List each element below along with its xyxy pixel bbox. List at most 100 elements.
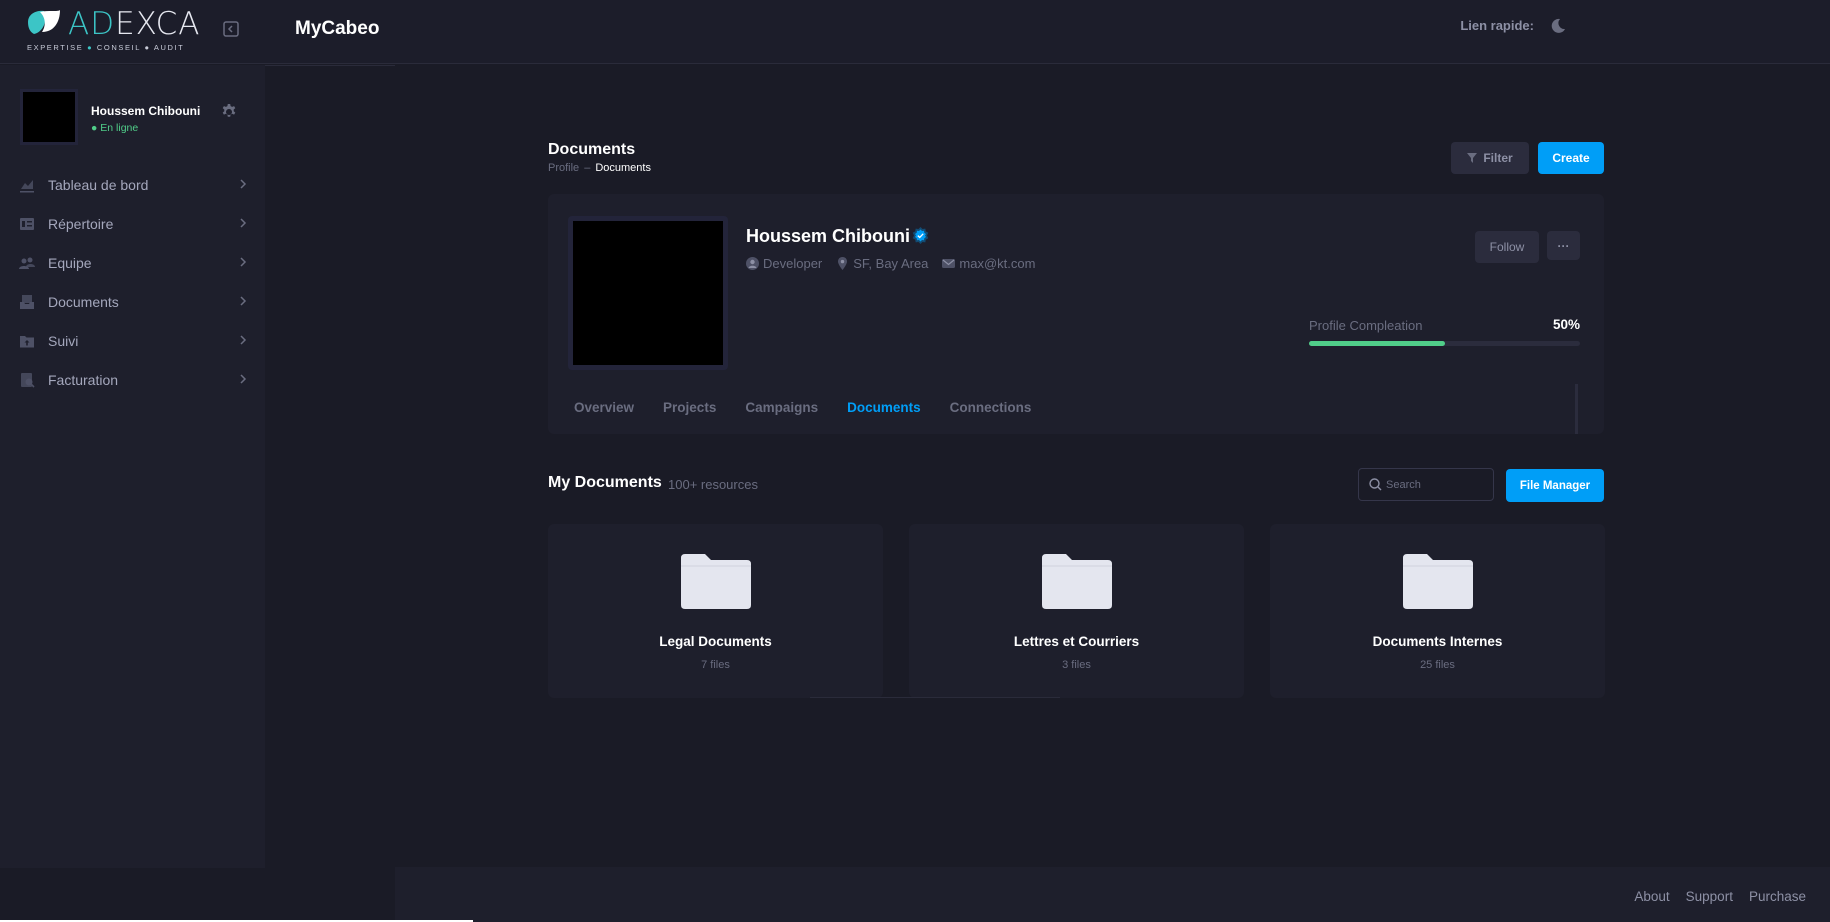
tab-documents[interactable]: Documents [847,400,921,415]
profile-photo [568,216,728,370]
sidebar-item-suivi[interactable]: Suivi [0,321,265,360]
breadcrumb-profile[interactable]: Profile [548,162,579,174]
profile-email[interactable]: max@kt.com [942,256,1035,271]
sidebar-item-tableau-de-bord[interactable]: Tableau de bord [0,165,265,204]
folder-upload-icon [20,335,34,347]
divider [265,65,395,66]
search-icon [1369,478,1382,491]
verified-badge-icon [912,227,929,244]
folder-file-count: 25 files [1420,659,1455,671]
quick-link-label: Lien rapide: [1460,18,1534,33]
profile-tabs: Overview Projects Campaigns Documents Co… [574,400,1060,415]
folder-file-count: 3 files [1062,659,1091,671]
location-pin-icon [838,257,848,270]
footer-link-about[interactable]: About [1634,889,1669,904]
profile-meta: Developer SF, Bay Area max@kt.com [746,256,1035,271]
search-box[interactable] [1358,468,1494,501]
folder-card-lettres-et-courriers[interactable]: Lettres et Courriers 3 files [909,524,1244,698]
filter-button-label: Filter [1483,151,1513,165]
folder-name: Lettres et Courriers [1013,634,1140,649]
tab-overview[interactable]: Overview [574,400,634,415]
folder-name: Documents Internes [1372,634,1503,649]
breadcrumb: Profile – Documents [548,162,651,174]
profile-completion-label: Profile Compleation [1309,318,1423,333]
profile-completion-value: 50% [1552,317,1580,332]
profile-card: Houssem Chibouni Developer SF, Bay Area … [548,194,1604,434]
chevron-right-icon [240,296,247,306]
sidebar-item-label: Tableau de bord [48,176,149,193]
folder-icon [1042,554,1112,609]
page-title: Documents [548,141,636,158]
footer-spacer [265,867,395,922]
profile-name[interactable]: Houssem Chibouni [746,226,910,247]
chevron-right-icon [240,335,247,345]
profile-completion-progress [1309,341,1580,346]
sidebar-item-equipe[interactable]: Equipe [0,243,265,282]
gear-icon[interactable] [221,103,237,119]
resources-count: 100+ resources [668,477,758,492]
footer: About Support Purchase [395,867,1830,922]
folder-icon [681,554,751,609]
folder-card-documents-internes[interactable]: Documents Internes 25 files [1270,524,1605,698]
tab-connections[interactable]: Connections [950,400,1032,415]
create-button[interactable]: Create [1538,142,1604,174]
progress-fill [1309,341,1445,346]
app-title: MyCabeo [295,18,380,39]
profile-location-label: SF, Bay Area [853,256,929,271]
follow-button[interactable]: Follow [1475,231,1539,263]
documents-icon [20,294,34,309]
moon-icon[interactable] [1550,18,1566,34]
folder-card-legal-documents[interactable]: Legal Documents 7 files [548,524,883,698]
directory-icon [20,217,34,230]
sidebar-menu: Tableau de bord Répertoire Equipe Docume… [0,165,265,399]
chevron-right-icon [240,218,247,228]
sidebar-item-label: Répertoire [48,215,114,232]
profile-role[interactable]: Developer [746,256,822,271]
chevron-right-icon [240,257,247,267]
chart-icon [20,179,34,192]
footer-link-support[interactable]: Support [1686,889,1733,904]
footer-links: About Support Purchase [1634,889,1806,904]
folder-icon [1403,554,1473,609]
logo-tagline: EXPERTISE ● CONSEIL ● AUDIT [27,43,185,52]
search-input[interactable] [1386,473,1486,497]
breadcrumb-current: Documents [595,162,651,174]
folder-name: Legal Documents [659,634,772,649]
top-header: ADEXCA EXPERTISE ● CONSEIL ● AUDIT MyCab… [0,0,1830,64]
sidebar: Houssem Chibouni ● En ligne Tableau de b… [0,65,265,868]
adexca-logo[interactable]: ADEXCA EXPERTISE ● CONSEIL ● AUDIT [26,6,199,54]
chevron-right-icon [240,179,247,189]
avatar[interactable] [20,89,78,145]
my-documents-title: My Documents [548,474,662,491]
profile-email-label: max@kt.com [959,256,1036,271]
profile-role-label: Developer [763,256,823,271]
tab-projects[interactable]: Projects [663,400,716,415]
sidebar-collapse-icon[interactable] [222,20,240,38]
billing-icon [21,372,35,388]
sidebar-user-card: Houssem Chibouni ● En ligne [18,77,258,145]
logo-leaf-icon [28,10,60,35]
profile-location[interactable]: SF, Bay Area [836,256,928,271]
scrollbar[interactable] [1575,384,1578,434]
footer-link-purchase[interactable]: Purchase [1749,889,1806,904]
filter-button[interactable]: Filter [1451,142,1529,174]
tab-campaigns[interactable]: Campaigns [745,400,818,415]
envelope-icon [942,259,956,268]
more-options-button[interactable]: ··· [1547,231,1580,260]
sidebar-item-label: Documents [48,293,119,310]
chevron-right-icon [240,374,247,384]
team-icon [19,257,35,269]
divider [810,697,1060,698]
sidebar-item-label: Equipe [48,254,92,271]
sidebar-item-label: Suivi [48,332,79,349]
user-circle-icon [746,257,759,270]
online-status: ● En ligne [91,122,139,134]
filter-icon [1467,153,1478,163]
sidebar-item-documents[interactable]: Documents [0,282,265,321]
logo-wordmark: ADEXCA [68,6,201,42]
sidebar-item-repertoire[interactable]: Répertoire [0,204,265,243]
sidebar-user-name: Houssem Chibouni [91,104,201,118]
file-manager-button[interactable]: File Manager [1506,469,1604,502]
sidebar-item-facturation[interactable]: Facturation [0,360,265,399]
sidebar-item-label: Facturation [48,371,119,388]
